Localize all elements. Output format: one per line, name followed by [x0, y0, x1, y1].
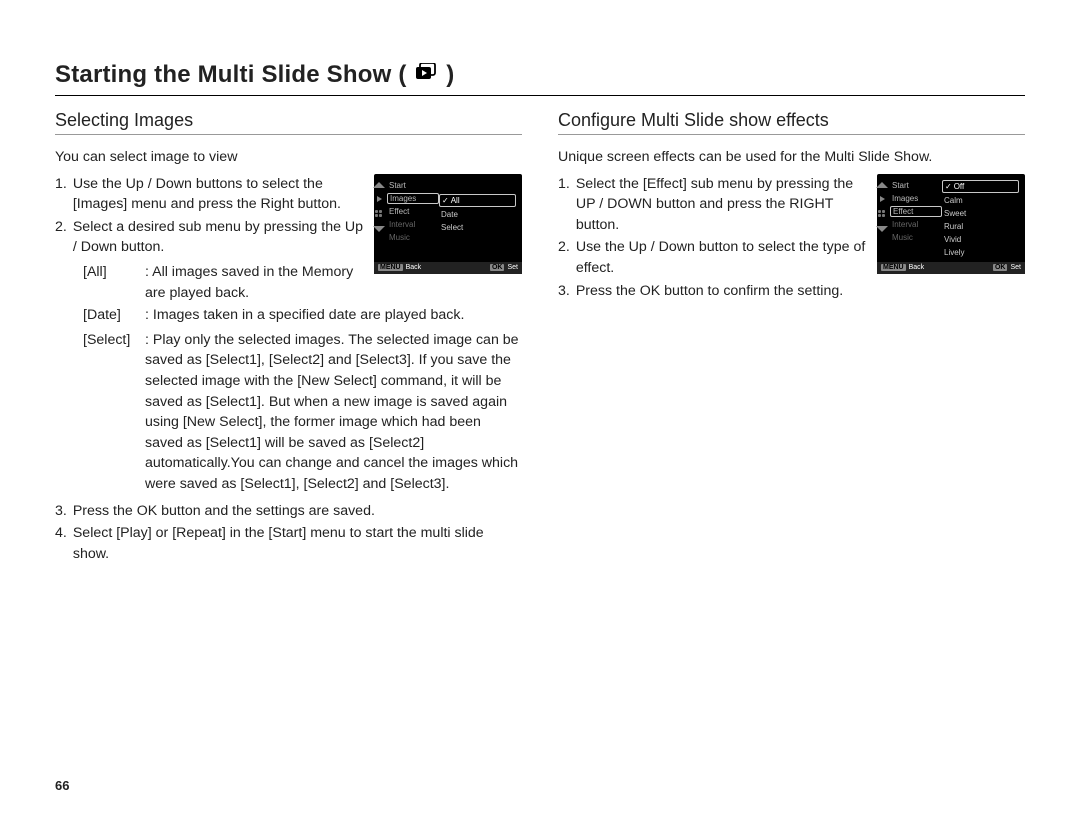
option-selected: ✓Off — [942, 180, 1019, 193]
option: Lively — [942, 247, 1019, 258]
step-number: 3. — [55, 501, 67, 522]
footer-set-label: Set — [1010, 264, 1021, 271]
step-number: 1. — [55, 174, 67, 215]
grid-icon — [375, 210, 383, 218]
def-all-term: [All] — [83, 262, 145, 303]
option-selected: ✓All — [439, 194, 516, 207]
selecting-images-heading: Selecting Images — [55, 110, 522, 135]
option: Calm — [942, 195, 1019, 206]
menu-item: Start — [890, 180, 942, 191]
step-number: 2. — [558, 237, 570, 278]
screenshot-footer: MENUBack OKSet — [374, 262, 522, 274]
slideshow-icon — [415, 60, 437, 88]
footer-back-label: Back — [406, 264, 422, 271]
def-select-term: [Select] — [83, 330, 145, 495]
option: Select — [439, 222, 516, 233]
menu-item: Effect — [387, 206, 439, 217]
images-menu-screenshot: Start Images Effect Interval Music ✓All … — [374, 174, 522, 274]
step-2-text: Use the Up / Down button to select the t… — [576, 237, 869, 278]
menu-key-tag: MENU — [378, 264, 403, 271]
ok-key-tag: OK — [490, 264, 505, 271]
menu-item-dimmed: Music — [890, 232, 942, 243]
step-number: 1. — [558, 174, 570, 236]
check-icon: ✓ — [945, 182, 952, 191]
menu-item-dimmed: Music — [387, 232, 439, 243]
step-3-text: Press the OK button and the settings are… — [73, 501, 375, 522]
step-4-text: Select [Play] or [Repeat] in the [Start]… — [73, 523, 522, 564]
step-1-text: Use the Up / Down buttons to select the … — [73, 174, 366, 215]
step-1-text: Select the [Effect] sub menu by pressing… — [576, 174, 869, 236]
menu-item-dimmed: Interval — [890, 219, 942, 230]
effects-menu-screenshot: Start Images Effect Interval Music ✓Off … — [877, 174, 1025, 274]
selecting-images-intro: You can select image to view — [55, 147, 522, 168]
page-title: Starting the Multi Slide Show ( ) — [55, 60, 454, 91]
title-paren-close: ) — [439, 61, 454, 88]
menu-item: Images — [890, 193, 942, 204]
option: Vivid — [942, 234, 1019, 245]
title-paren-open: ( — [391, 61, 413, 88]
option: Date — [439, 209, 516, 220]
page-title-row: Starting the Multi Slide Show ( ) — [55, 60, 1025, 96]
menu-item: Start — [387, 180, 439, 191]
check-icon: ✓ — [442, 196, 449, 205]
configure-effects-section: Configure Multi Slide show effects Uniqu… — [558, 104, 1025, 566]
def-select-desc: : Play only the selected images. The sel… — [145, 330, 522, 495]
def-all-desc: : All images saved in the Memory are pla… — [145, 262, 366, 303]
def-date-term: [Date] — [83, 305, 145, 326]
selecting-images-section: Selecting Images You can select image to… — [55, 104, 522, 566]
option: Rural — [942, 221, 1019, 232]
ok-key-tag: OK — [993, 264, 1008, 271]
def-date-desc: : Images taken in a specified date are p… — [145, 305, 522, 326]
footer-back-label: Back — [909, 264, 925, 271]
play-icon — [377, 196, 382, 202]
step-2-text: Select a desired sub menu by pressing th… — [73, 217, 366, 258]
menu-key-tag: MENU — [881, 264, 906, 271]
page-number: 66 — [55, 778, 69, 793]
menu-item-highlighted: Images — [387, 193, 439, 204]
step-number: 4. — [55, 523, 67, 564]
menu-item-highlighted: Effect — [890, 206, 942, 217]
footer-set-label: Set — [507, 264, 518, 271]
configure-effects-intro: Unique screen effects can be used for th… — [558, 147, 1025, 168]
step-number: 2. — [55, 217, 67, 258]
configure-effects-heading: Configure Multi Slide show effects — [558, 110, 1025, 135]
title-text: Starting the Multi Slide Show — [55, 61, 391, 88]
step-3-text: Press the OK button to confirm the setti… — [576, 281, 843, 302]
menu-item-dimmed: Interval — [387, 219, 439, 230]
option: Sweet — [942, 208, 1019, 219]
step-number: 3. — [558, 281, 570, 302]
screenshot-footer: MENUBack OKSet — [877, 262, 1025, 274]
play-icon — [880, 196, 885, 202]
grid-icon — [878, 210, 886, 218]
